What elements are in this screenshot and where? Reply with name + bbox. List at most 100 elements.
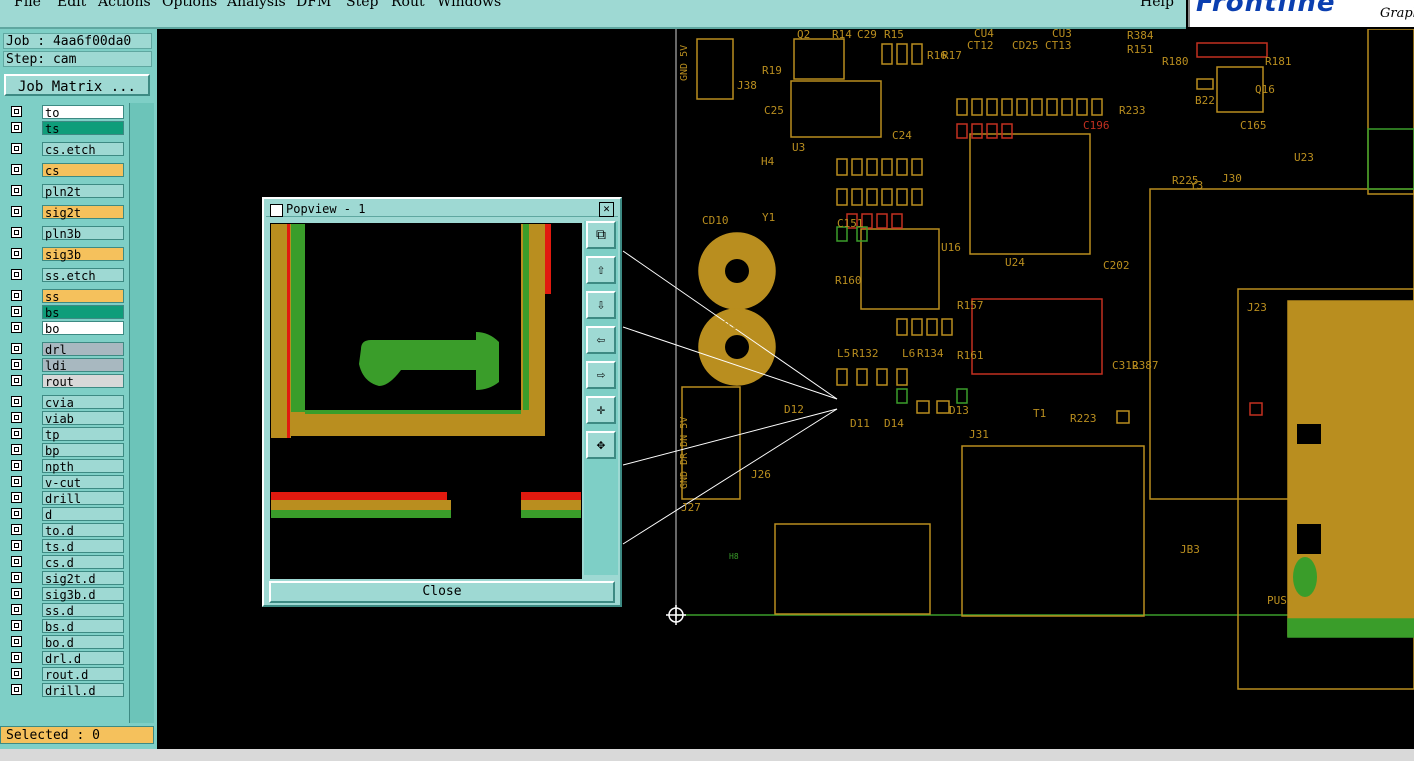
- pan-right-icon[interactable]: ⇨: [586, 361, 616, 389]
- layer-checkbox[interactable]: [11, 269, 22, 280]
- layer-row[interactable]: ts: [7, 121, 127, 136]
- layer-row[interactable]: ldi: [7, 358, 127, 373]
- layer-name[interactable]: drl.d: [42, 651, 124, 666]
- layer-row[interactable]: cs: [7, 163, 127, 178]
- layer-name[interactable]: cs.d: [42, 555, 124, 570]
- layer-checkbox[interactable]: [11, 306, 22, 317]
- layer-checkbox[interactable]: [11, 322, 22, 333]
- layer-row[interactable]: bp: [7, 443, 127, 458]
- menu-rout[interactable]: Rout: [391, 0, 425, 10]
- layer-checkbox[interactable]: [11, 668, 22, 679]
- layer-row[interactable]: sig2t.d: [7, 571, 127, 586]
- menu-file[interactable]: File: [14, 0, 41, 10]
- menu-help[interactable]: Help: [1140, 0, 1174, 10]
- popview-titlebar[interactable]: Popview - 1 ✕: [266, 201, 618, 217]
- layer-row[interactable]: pln2t: [7, 184, 127, 199]
- layer-checkbox[interactable]: [11, 588, 22, 599]
- layer-row[interactable]: bo.d: [7, 635, 127, 650]
- layer-row[interactable]: drill.d: [7, 683, 127, 698]
- layer-row[interactable]: bs: [7, 305, 127, 320]
- layer-checkbox[interactable]: [11, 396, 22, 407]
- layer-name[interactable]: rout: [42, 374, 124, 389]
- layer-checkbox[interactable]: [11, 122, 22, 133]
- layer-checkbox[interactable]: [11, 508, 22, 519]
- layer-checkbox[interactable]: [11, 604, 22, 615]
- layer-name[interactable]: d: [42, 507, 124, 522]
- layer-name[interactable]: ss: [42, 289, 124, 304]
- layer-row[interactable]: ss.d: [7, 603, 127, 618]
- zoom-in-icon[interactable]: ✛: [586, 396, 616, 424]
- layer-row[interactable]: to.d: [7, 523, 127, 538]
- layer-name[interactable]: ldi: [42, 358, 124, 373]
- layer-row[interactable]: rout: [7, 374, 127, 389]
- layer-name[interactable]: to.d: [42, 523, 124, 538]
- layer-checkbox[interactable]: [11, 460, 22, 471]
- layer-name[interactable]: drill: [42, 491, 124, 506]
- layer-row[interactable]: npth: [7, 459, 127, 474]
- layer-name[interactable]: sig3b.d: [42, 587, 124, 602]
- layer-checkbox[interactable]: [11, 428, 22, 439]
- layer-name[interactable]: bs.d: [42, 619, 124, 634]
- layer-row[interactable]: cs.d: [7, 555, 127, 570]
- layer-name[interactable]: ss.d: [42, 603, 124, 618]
- layer-checkbox[interactable]: [11, 556, 22, 567]
- layer-row[interactable]: ss.etch: [7, 268, 127, 283]
- layer-checkbox[interactable]: [11, 290, 22, 301]
- close-icon[interactable]: ✕: [599, 202, 614, 217]
- layer-row[interactable]: sig3b: [7, 247, 127, 262]
- layer-name[interactable]: ss.etch: [42, 268, 124, 283]
- pan-up-icon[interactable]: ⇧: [586, 256, 616, 284]
- menu-actions[interactable]: Actions: [98, 0, 151, 10]
- layer-name[interactable]: bo: [42, 321, 124, 336]
- layer-row[interactable]: tp: [7, 427, 127, 442]
- layer-name[interactable]: v-cut: [42, 475, 124, 490]
- close-button[interactable]: Close: [269, 581, 615, 603]
- menu-windows[interactable]: Windows: [437, 0, 501, 10]
- popview-canvas[interactable]: [270, 223, 582, 579]
- layer-name[interactable]: sig3b: [42, 247, 124, 262]
- layer-name[interactable]: bs: [42, 305, 124, 320]
- layer-checkbox[interactable]: [11, 248, 22, 259]
- layer-checkbox[interactable]: [11, 412, 22, 423]
- layer-row[interactable]: sig2t: [7, 205, 127, 220]
- window-menu-icon[interactable]: [270, 204, 283, 217]
- layer-row[interactable]: sig3b.d: [7, 587, 127, 602]
- layer-checkbox[interactable]: [11, 143, 22, 154]
- pan-down-icon[interactable]: ⇩: [586, 291, 616, 319]
- layer-row[interactable]: bo: [7, 321, 127, 336]
- layer-row[interactable]: drl.d: [7, 651, 127, 666]
- layer-name[interactable]: tp: [42, 427, 124, 442]
- menu-edit[interactable]: Edit: [57, 0, 86, 10]
- layer-row[interactable]: bs.d: [7, 619, 127, 634]
- layer-checkbox[interactable]: [11, 444, 22, 455]
- layer-row[interactable]: cs.etch: [7, 142, 127, 157]
- layer-row[interactable]: v-cut: [7, 475, 127, 490]
- layer-checkbox[interactable]: [11, 684, 22, 695]
- layer-row[interactable]: viab: [7, 411, 127, 426]
- layer-checkbox[interactable]: [11, 476, 22, 487]
- menu-dfm[interactable]: DFM: [296, 0, 331, 10]
- layer-checkbox[interactable]: [11, 375, 22, 386]
- layer-name[interactable]: viab: [42, 411, 124, 426]
- layer-row[interactable]: to: [7, 105, 127, 120]
- layer-name[interactable]: bo.d: [42, 635, 124, 650]
- layer-checkbox[interactable]: [11, 620, 22, 631]
- layer-checkbox[interactable]: [11, 652, 22, 663]
- layer-name[interactable]: pln3b: [42, 226, 124, 241]
- layer-name[interactable]: ts.d: [42, 539, 124, 554]
- layer-row[interactable]: ss: [7, 289, 127, 304]
- layer-checkbox[interactable]: [11, 492, 22, 503]
- layer-row[interactable]: d: [7, 507, 127, 522]
- layer-name[interactable]: cvia: [42, 395, 124, 410]
- menu-options[interactable]: Options: [162, 0, 217, 10]
- menu-step[interactable]: Step: [346, 0, 378, 10]
- pan-left-icon[interactable]: ⇦: [586, 326, 616, 354]
- layer-row[interactable]: pln3b: [7, 226, 127, 241]
- layer-checkbox[interactable]: [11, 524, 22, 535]
- layer-row[interactable]: rout.d: [7, 667, 127, 682]
- layer-name[interactable]: drill.d: [42, 683, 124, 698]
- layer-checkbox[interactable]: [11, 227, 22, 238]
- menu-analysis[interactable]: Analysis: [227, 0, 286, 10]
- zoom-fit-icon[interactable]: ⧉: [586, 221, 616, 249]
- layer-checkbox[interactable]: [11, 164, 22, 175]
